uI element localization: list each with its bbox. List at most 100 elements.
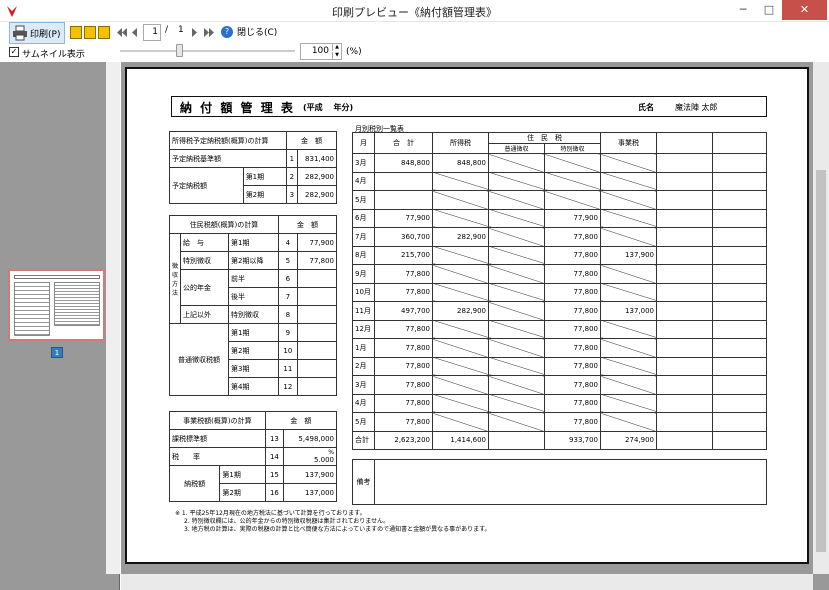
row-amount [296, 323, 338, 342]
row-sublabel: 特別徴収 [228, 305, 280, 324]
row-amount: 77,900 [296, 233, 338, 252]
empty-cell [656, 338, 713, 358]
cell-special [544, 190, 601, 210]
thumbnail-scrollbar[interactable] [106, 62, 120, 574]
cell-biz: 137,900 [600, 245, 657, 265]
cell-income [432, 338, 489, 358]
multi-page-icon[interactable] [98, 26, 110, 39]
cell-income [432, 208, 489, 228]
cell-total: 77,800 [374, 264, 433, 284]
cell-biz [600, 375, 657, 395]
last-page-icon[interactable] [203, 27, 215, 38]
cell-income [432, 319, 489, 339]
cell-total: 77,900 [374, 208, 433, 228]
row-number: 16 [264, 483, 284, 502]
row-label: 公的年金 [180, 269, 230, 306]
cell-m: 2月 [352, 356, 375, 376]
help-icon[interactable]: ? [221, 26, 233, 38]
row-amount: 831,400 [296, 149, 338, 168]
cell-ordinary [488, 301, 545, 321]
close-preview-button[interactable]: 閉じる(C) [237, 25, 277, 38]
zoom-slider-thumb[interactable] [176, 44, 183, 57]
side-label: 徴収方法 [168, 233, 182, 324]
empty-cell [712, 227, 767, 247]
two-page-icon[interactable] [84, 26, 96, 39]
minimize-button[interactable]: ─ [730, 0, 756, 20]
prev-page-icon[interactable] [131, 27, 138, 38]
empty-cell [656, 319, 713, 339]
row-label: 納税額 [168, 465, 221, 502]
maximize-button[interactable]: □ [756, 0, 782, 20]
zoom-slider-track[interactable] [120, 50, 295, 52]
cell-total: 77,800 [374, 356, 433, 376]
cell-biz [600, 171, 657, 191]
empty-cell [712, 319, 767, 339]
close-window-button[interactable]: ✕ [782, 0, 827, 20]
empty-cell [656, 190, 713, 210]
cell-ordinary [488, 430, 545, 450]
cell-m: 7月 [352, 227, 375, 247]
note-line: 2. 特別徴収欄には、公的年金からの特別徴収税額は集計されておりません。 [184, 518, 390, 525]
empty-cell [656, 153, 713, 173]
cell-total: 77,800 [374, 338, 433, 358]
next-page-icon[interactable] [191, 27, 198, 38]
cell-income: 848,800 [432, 153, 489, 173]
col-header: 所得税 [432, 132, 489, 154]
table-header: 金 額 [264, 411, 338, 430]
empty-cell [712, 171, 767, 191]
row-sublabel: 第2期 [219, 483, 266, 502]
window-title: 印刷プレビュー《納付額管理表》 [332, 6, 497, 19]
zoom-unit: (%) [346, 47, 362, 57]
vertical-scrollbar[interactable] [813, 62, 829, 574]
page-input[interactable]: 1 [143, 24, 161, 41]
empty-cell [712, 301, 767, 321]
cell-special [544, 171, 601, 191]
empty-cell [656, 171, 713, 191]
cell-income [432, 412, 489, 432]
single-page-icon[interactable] [70, 26, 82, 39]
thumbnail-label: サムネイル表示 [22, 50, 85, 60]
cell-ordinary [488, 227, 545, 247]
col-header: 事業税 [600, 132, 657, 154]
table-header: 住民税額(概算)の計算 [168, 215, 280, 234]
cell-special: 77,800 [544, 319, 601, 339]
empty-cell [656, 227, 713, 247]
cell-m: 4月 [352, 171, 375, 191]
row-number: 2 [285, 167, 298, 186]
cell-total: 77,800 [374, 393, 433, 413]
remarks-box: 備考 [352, 459, 767, 505]
horizontal-scrollbar[interactable] [121, 574, 813, 590]
row-label: 予定納税額 [169, 167, 244, 204]
cell-ordinary [488, 393, 545, 413]
cell-income [432, 264, 489, 284]
preview-area: 納 付 額 管 理 表 (平成 年分) 氏名 魔法陣 太郎 所得税予定納税額(概… [121, 62, 829, 590]
cell-biz: 274,900 [600, 430, 657, 450]
table-row: 合計 2,623,200 1,414,600 933,700 274,900 [352, 430, 767, 450]
name-label: 氏名 [638, 103, 654, 112]
first-page-icon[interactable] [116, 27, 128, 38]
zoom-up-icon[interactable]: ▲ [332, 44, 341, 51]
cell-biz [600, 264, 657, 284]
empty-cell [656, 282, 713, 302]
row-amount: 77,800 [296, 251, 338, 270]
table-row: 3月 77,800 77,800 [352, 375, 767, 395]
table-header: 金 額 [285, 131, 338, 150]
row-amount: 282,900 [296, 185, 338, 204]
col-header: 月 [352, 132, 375, 154]
cell-special: 77,800 [544, 245, 601, 265]
table-row: 8月 215,700 77,800 137,900 [352, 245, 767, 265]
cell-income [432, 356, 489, 376]
page-thumbnail[interactable] [8, 269, 105, 341]
zoom-down-icon[interactable]: ▼ [332, 52, 341, 59]
resident-tax-table: 住民税額(概算)の計算金 額 徴収方法給 与第1期 4 77,900 特別徴収 第2期… [168, 215, 338, 396]
toolbar: 印刷(P) 1 / 1 ? 閉じる(C) [0, 22, 829, 44]
zoom-input[interactable]: 100 ▲ ▼ [300, 43, 342, 60]
row-amount: 137,900 [282, 465, 338, 484]
thumbnail-checkbox[interactable]: ✓ [9, 47, 19, 57]
cell-total: 360,700 [374, 227, 433, 247]
row-amount [296, 305, 338, 324]
row-label: 課税標準額 [169, 429, 266, 448]
page-total: 1 [178, 25, 184, 35]
print-button[interactable]: 印刷(P) [9, 22, 65, 44]
cell-biz [600, 153, 657, 173]
